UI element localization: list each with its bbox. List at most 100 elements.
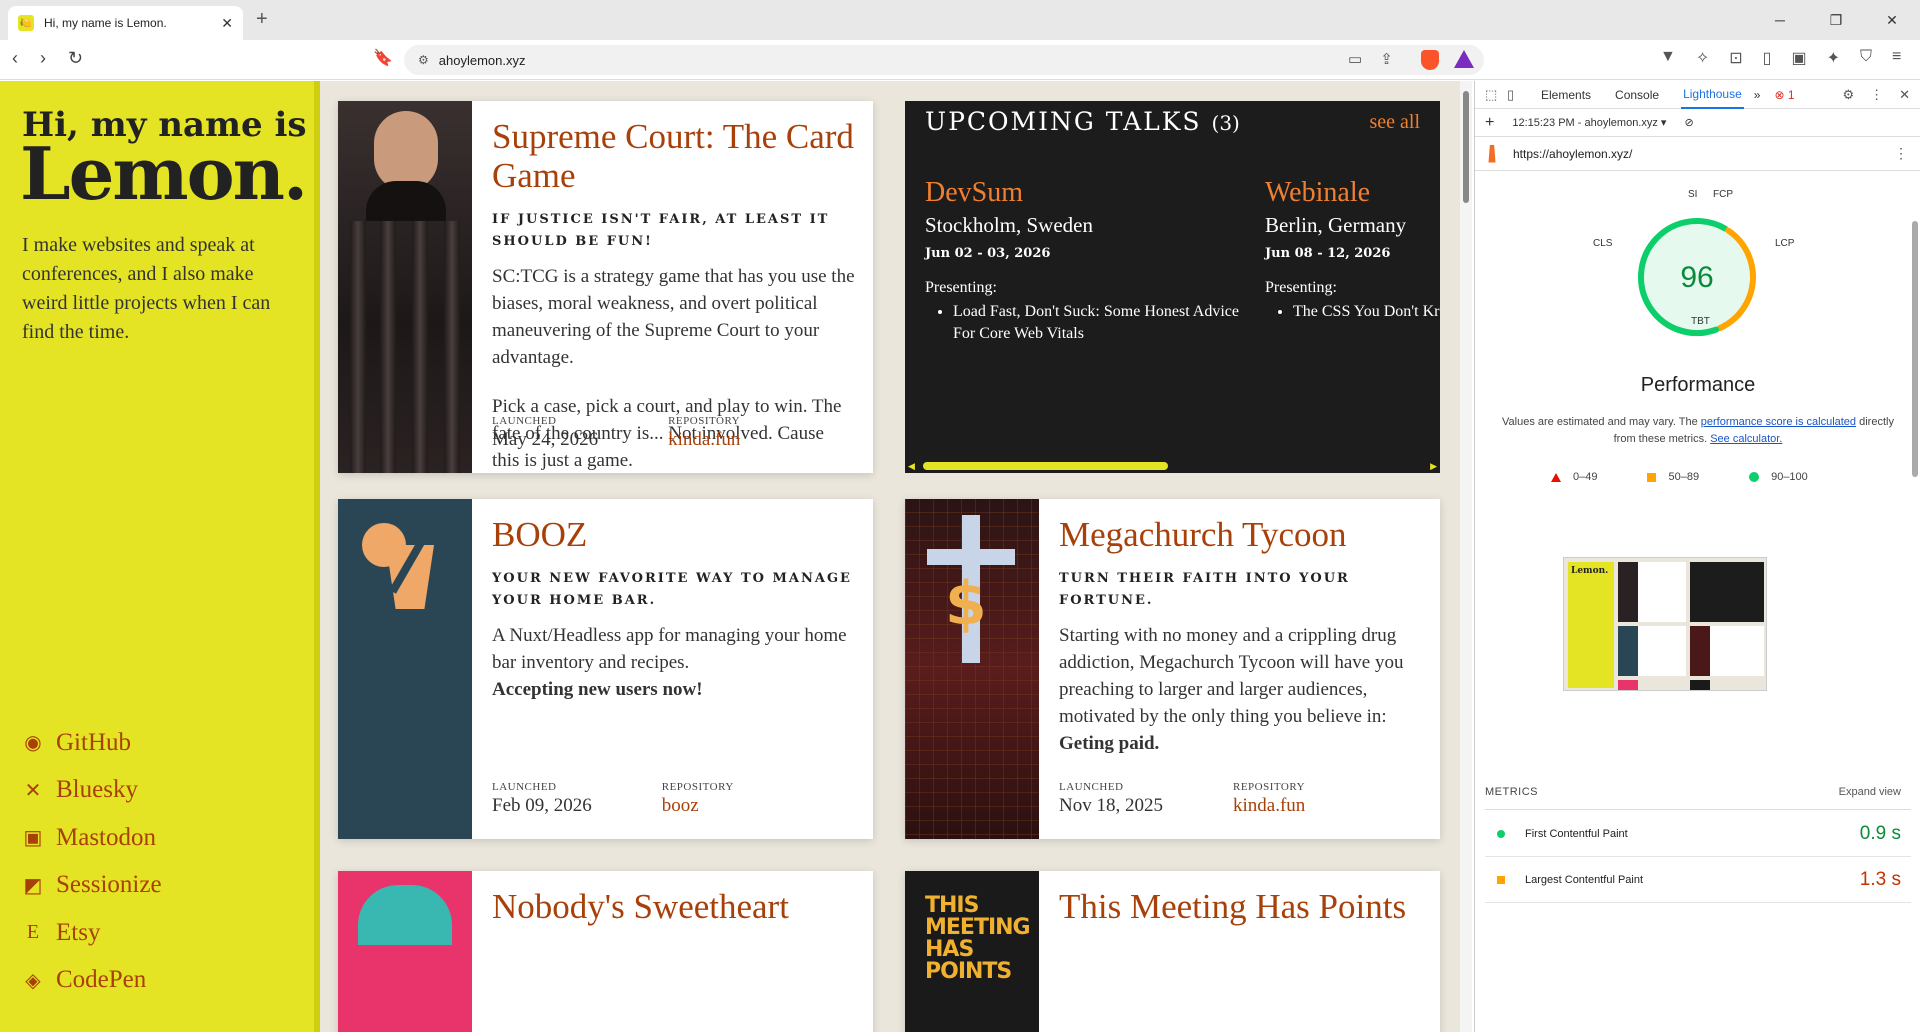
scroll-thumb[interactable] [1463,91,1469,203]
restore-icon[interactable]: ❐ [1808,0,1864,40]
column-shape [444,221,460,473]
social-link-github[interactable]: ◉ GitHub [22,719,162,767]
screenshot-icon[interactable]: ⊡ [1729,48,1742,68]
repository-link[interactable]: booz [662,795,734,817]
minimize-icon[interactable]: ─ [1752,0,1808,40]
expand-view-button[interactable]: Expand view [1839,786,1901,798]
final-screenshot-thumbnail[interactable]: Lemon. [1563,557,1767,691]
project-title[interactable]: Nobody's Sweetheart [492,887,855,926]
legend-good: 90–100 [1749,471,1808,483]
social-link-bluesky[interactable]: ✕ Bluesky [22,767,162,815]
talk-event[interactable]: Webinale [1265,177,1440,209]
menu-icon[interactable]: ≡ [1892,48,1901,68]
social-link-label[interactable]: Etsy [56,919,100,947]
settings-gear-icon[interactable]: ⚙ [1842,87,1854,103]
tab-console[interactable]: Console [1613,82,1661,108]
repository-link[interactable]: kinda.fun [668,429,740,451]
vpn-icon[interactable]: ▼ [1660,48,1676,68]
tab-lighthouse[interactable]: Lighthouse [1681,81,1744,109]
report-menu-icon[interactable]: ⋮ [1894,145,1908,162]
bookmark-icon[interactable]: 🔖 [373,48,393,68]
social-link-etsy[interactable]: E Etsy [22,909,162,957]
talk-event[interactable]: DevSum [925,177,1255,209]
project-title[interactable]: This Meeting Has Points [1059,887,1422,926]
see-all-link[interactable]: see all [1369,111,1420,134]
launched-label: LAUNCHED [492,415,557,427]
extensions-icon[interactable]: ✧ [1696,48,1709,68]
cast-icon[interactable]: ▭ [1348,50,1362,68]
social-links: ◉ GitHub ✕ Bluesky ▣ Mastodon ◩ Sessionize E… [22,719,162,1004]
project-title[interactable]: BOOZ [492,515,855,554]
project-card-booz[interactable]: BOOZ YOUR NEW FAVORITE WAY TO MANAGE YOU… [338,499,873,839]
repository-link[interactable]: kinda.fun [1233,795,1305,817]
talks-horizontal-scrollbar[interactable]: ◀ ▶ [905,459,1440,473]
project-title[interactable]: Megachurch Tycoon [1059,515,1422,554]
scroll-right-icon[interactable]: ▶ [1430,461,1437,472]
project-image[interactable] [338,101,472,473]
report-selector[interactable]: 12:15:23 PM - ahoylemon.xyz ▾ [1512,116,1666,129]
reload-icon[interactable]: ↻ [68,48,83,69]
address-bar[interactable]: ⚙ ahoylemon.xyz [404,45,1484,75]
sidebar-toggle-icon[interactable]: ▯ [1763,48,1772,68]
social-link-label[interactable]: Mastodon [56,824,156,852]
project-image[interactable]: THIS MEETING HAS POINTS [905,871,1039,1032]
close-devtools-icon[interactable]: ✕ [1899,87,1910,103]
thumbnail-card-art [1690,626,1710,676]
social-link-mastodon[interactable]: ▣ Mastodon [22,814,162,862]
project-image[interactable] [338,499,472,839]
description-emphasis: Geting paid. [1059,733,1160,754]
kebab-menu-icon[interactable]: ⋮ [1870,87,1883,103]
forward-icon[interactable]: › [40,48,46,69]
wallet-icon[interactable]: ▣ [1791,48,1806,68]
brave-rewards-icon[interactable] [1454,50,1474,68]
tab-elements[interactable]: Elements [1539,82,1593,108]
circle-icon [1749,472,1760,482]
project-card-this-meeting-has-points[interactable]: THIS MEETING HAS POINTS This Meeting Has… [905,871,1440,1032]
butterfly-icon: ✕ [24,779,42,802]
site-info-icon[interactable]: ⚙ [418,53,429,67]
scroll-thumb[interactable] [1912,221,1918,477]
talks-heading-text: UPCOMING TALKS [925,107,1202,136]
shield-icon[interactable]: ⛉ [1860,48,1872,68]
social-link-label[interactable]: Bluesky [56,776,138,804]
project-card-megachurch-tycoon[interactable]: $ Megachurch Tycoon TURN THEIR FAITH INT… [905,499,1440,839]
intro-text: I make websites and speak at conferences… [22,234,271,343]
score-calculated-link[interactable]: performance score is calculated [1701,416,1856,428]
clear-reports-icon[interactable]: ⊘ [1684,116,1693,129]
device-toolbar-icon[interactable]: ▯ [1507,87,1529,103]
see-calculator-link[interactable]: See calculator. [1710,433,1782,445]
brave-shield-icon[interactable] [1421,50,1439,70]
devtools-scrollbar[interactable] [1910,199,1920,1032]
scroll-thumb[interactable] [923,462,1168,470]
close-tab-icon[interactable]: ✕ [221,15,233,32]
error-count: 1 [1787,87,1795,102]
social-link-codepen[interactable]: ◈ CodePen [22,957,162,1005]
meeting-logo-text: THIS MEETING HAS POINTS [925,893,1031,984]
project-image[interactable]: $ [905,499,1039,839]
legend-label: 0–49 [1573,471,1598,483]
social-link-label[interactable]: CodePen [56,966,146,994]
page-vertical-scrollbar[interactable] [1460,81,1472,1032]
more-tabs-icon[interactable]: » [1754,88,1761,102]
leo-ai-icon[interactable]: ✦ [1827,48,1840,68]
codepen-icon: ◈ [25,969,41,992]
scroll-left-icon[interactable]: ◀ [908,461,915,472]
inspect-element-icon[interactable]: ⬚ [1485,87,1507,103]
project-card-supreme-court[interactable]: Supreme Court: The Card Game IF JUSTICE … [338,101,873,473]
report-time[interactable]: 12:15:23 PM - ahoylemon.xyz [1512,117,1658,129]
social-link-sessionize[interactable]: ◩ Sessionize [22,862,162,910]
browser-tab[interactable]: 🍋 Hi, my name is Lemon. ✕ [8,6,243,40]
error-count-badge[interactable]: ⊗ 1 [1774,88,1794,102]
new-report-icon[interactable]: + [1485,114,1494,132]
project-card-nobodys-sweetheart[interactable]: Nobody's Sweetheart [338,871,873,1032]
share-icon[interactable]: ⇪ [1380,50,1393,68]
url-text[interactable]: ahoylemon.xyz [439,53,526,68]
project-title[interactable]: Supreme Court: The Card Game [492,117,855,195]
metric-row: First Contentful Paint 0.9 s [1485,811,1911,857]
social-link-label[interactable]: GitHub [56,729,131,757]
social-link-label[interactable]: Sessionize [56,871,162,899]
back-icon[interactable]: ‹ [12,48,18,69]
new-tab-button[interactable]: + [256,8,268,31]
project-image[interactable] [338,871,472,1032]
close-window-icon[interactable]: ✕ [1864,0,1920,40]
